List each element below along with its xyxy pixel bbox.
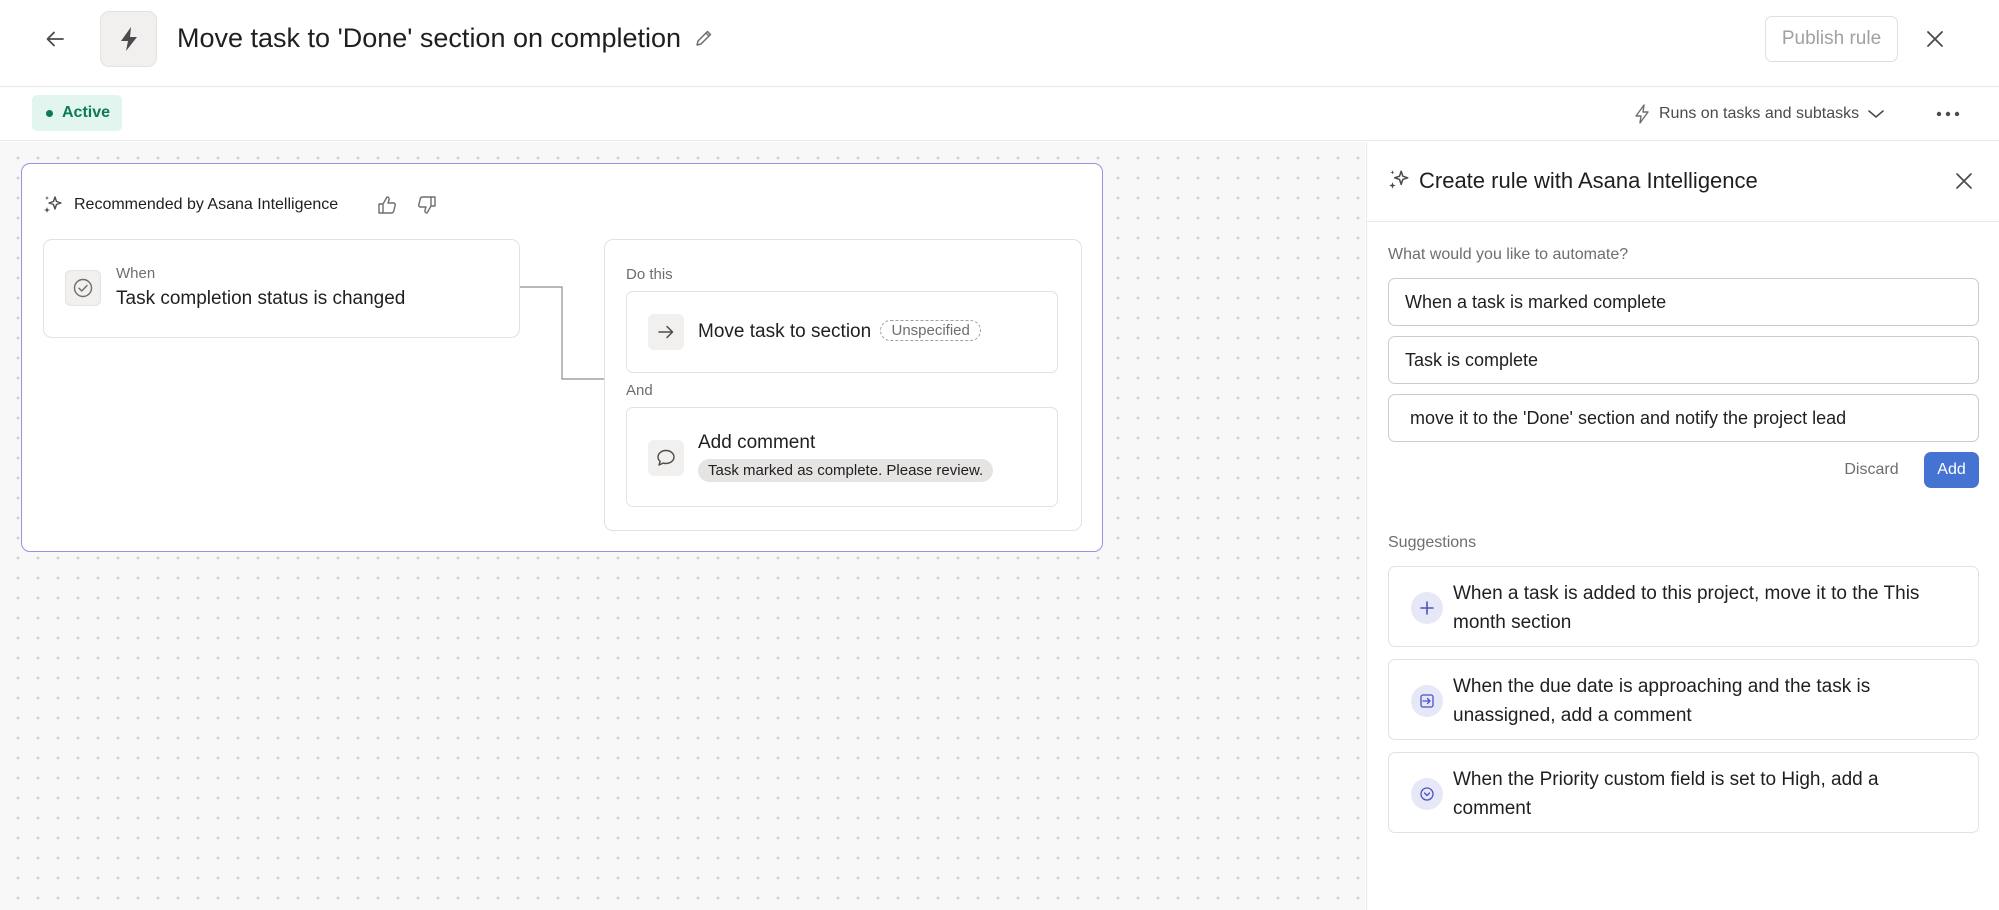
add-comment-action[interactable]: Add comment Task marked as complete. Ple… — [626, 407, 1058, 507]
back-arrow-icon[interactable] — [38, 22, 72, 56]
status-dot — [46, 110, 53, 117]
rule-canvas: Recommended by Asana Intelligence When T… — [0, 142, 1365, 910]
rule-toolbar: Active Runs on tasks and subtasks — [0, 87, 1999, 141]
when-field[interactable] — [1388, 278, 1979, 326]
thumbs-up-icon[interactable] — [372, 190, 402, 220]
close-icon[interactable] — [1918, 22, 1952, 56]
move-task-action[interactable]: Move task to section Unspecified — [626, 291, 1058, 373]
move-task-title: Move task to section Unspecified — [698, 320, 981, 343]
move-in-icon — [1411, 685, 1443, 717]
suggestion-text: When the due date is approaching and the… — [1453, 676, 1871, 726]
status-label: Active — [62, 104, 111, 121]
sparkle-icon — [1389, 170, 1409, 189]
actions-card: Do this Move task to section Unspecified… — [604, 239, 1082, 531]
recommended-header: Recommended by Asana Intelligence — [42, 190, 442, 220]
automate-question-label: What would you like to automate? — [1388, 246, 1629, 263]
more-options-icon[interactable] — [1930, 97, 1966, 131]
suggestion-item[interactable]: When the Priority custom field is set to… — [1388, 752, 1979, 833]
action-field[interactable] — [1388, 394, 1979, 442]
suggestion-item[interactable]: When the due date is approaching and the… — [1388, 659, 1979, 740]
bolt-outline-icon — [1635, 104, 1649, 124]
trigger-card[interactable]: When Task completion status is changed — [43, 239, 520, 338]
suggestion-text: When the Priority custom field is set to… — [1453, 769, 1879, 819]
ai-rule-panel: Create rule with Asana Intelligence What… — [1366, 142, 1999, 910]
discard-button[interactable]: Discard — [1834, 452, 1909, 488]
recommended-label: Recommended by Asana Intelligence — [74, 196, 339, 213]
runs-on-label: Runs on tasks and subtasks — [1659, 105, 1860, 122]
flow-connector — [520, 286, 604, 380]
trigger-text: Task completion status is changed — [116, 288, 406, 309]
recommended-rule-card: Recommended by Asana Intelligence When T… — [21, 163, 1103, 552]
chevron-down-icon — [1868, 110, 1884, 119]
publish-rule-button[interactable]: Publish rule — [1765, 16, 1898, 62]
condition-field[interactable] — [1388, 336, 1979, 384]
trigger-label: When — [116, 265, 156, 282]
and-label: And — [626, 382, 653, 399]
close-panel-icon[interactable] — [1949, 166, 1979, 196]
check-circle-icon — [65, 270, 101, 306]
thumbs-down-icon[interactable] — [412, 190, 442, 220]
plus-icon — [1411, 592, 1443, 624]
sparkle-icon — [44, 196, 62, 213]
rule-header: Move task to 'Done' section on completio… — [0, 0, 1999, 87]
arrow-right-icon — [648, 314, 684, 350]
page-title: Move task to 'Done' section on completio… — [177, 23, 682, 53]
check-circle-icon — [1411, 778, 1443, 810]
panel-header: Create rule with Asana Intelligence — [1367, 142, 1999, 222]
pencil-icon[interactable] — [692, 26, 716, 50]
status-badge: Active — [32, 95, 123, 131]
suggestion-item[interactable]: When a task is added to this project, mo… — [1388, 566, 1979, 647]
comment-text: Task marked as complete. Please review. — [698, 459, 994, 482]
suggestion-text: When a task is added to this project, mo… — [1453, 583, 1920, 633]
add-button[interactable]: Add — [1924, 452, 1979, 488]
comment-icon — [648, 440, 684, 476]
add-comment-title: Add comment — [698, 432, 816, 453]
runs-on-dropdown[interactable]: Runs on tasks and subtasks — [1633, 96, 1885, 132]
suggestions-label: Suggestions — [1388, 534, 1477, 551]
do-this-label: Do this — [626, 266, 673, 283]
panel-title: Create rule with Asana Intelligence — [1419, 168, 1758, 193]
section-placeholder[interactable]: Unspecified — [880, 320, 981, 341]
move-task-label: Move task to section — [698, 321, 872, 342]
bolt-icon — [100, 11, 157, 67]
